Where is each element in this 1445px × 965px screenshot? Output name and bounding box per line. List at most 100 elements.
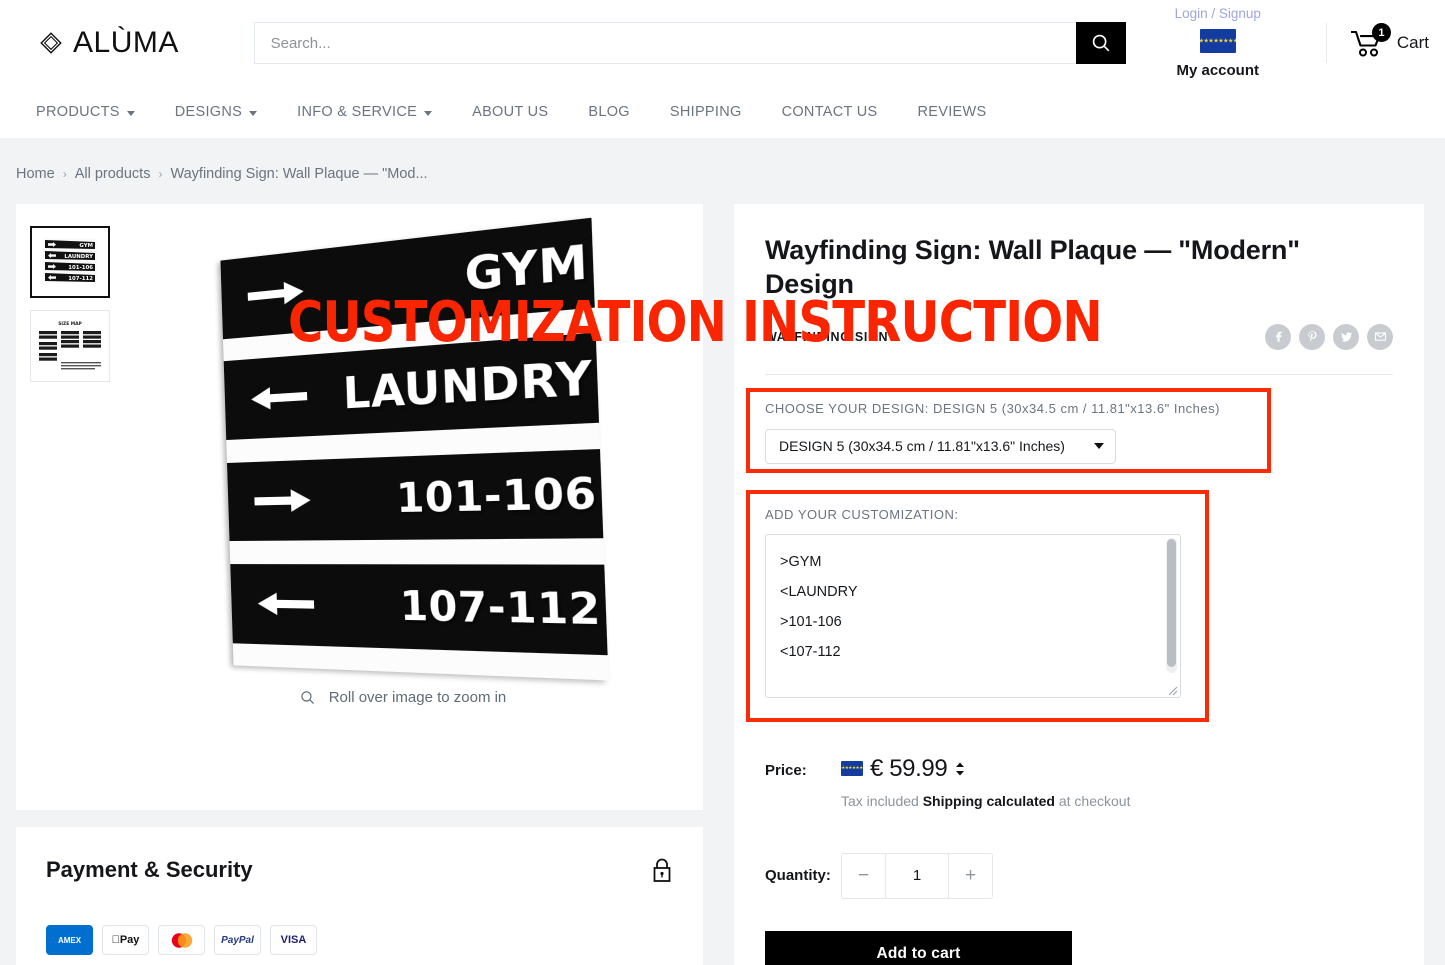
breadcrumb-home[interactable]: Home (16, 166, 55, 182)
cart-button[interactable]: 1 Cart (1325, 23, 1429, 63)
nav-item-contact-us[interactable]: CONTACT US (762, 104, 898, 120)
quantity-label: Quantity: (765, 867, 831, 884)
customization-block: ADD YOUR CUSTOMIZATION: >GYM <LAUNDRY >1… (746, 489, 1393, 722)
payment-methods: AMEX Pay PayPal VISA (46, 925, 673, 955)
nav-item-shipping[interactable]: SHIPPING (650, 104, 762, 120)
quantity-decrease-button[interactable]: − (842, 853, 886, 898)
payment-icon-mastercard (158, 925, 205, 955)
nav-label: PRODUCTS (36, 104, 120, 120)
customization-line: <107-112 (780, 643, 841, 660)
customization-line: >GYM (780, 553, 822, 570)
sign-row-text: LAUNDRY (341, 349, 594, 419)
facebook-share-icon[interactable] (1265, 323, 1291, 350)
magnifier-icon (301, 691, 314, 705)
size-map-caption: SIZE MAP (58, 321, 82, 327)
diamond-icon (40, 32, 62, 54)
sign-spacer (229, 538, 604, 565)
arrow-right-icon (246, 280, 304, 309)
twitter-share-icon[interactable] (1333, 323, 1359, 350)
payment-icon-apple-pay: Pay (102, 925, 149, 955)
search-bar (253, 22, 1126, 64)
price-label: Price: (765, 761, 807, 779)
nav-item-reviews[interactable]: REVIEWS (898, 104, 1007, 120)
size-map-icon: SIZE MAP (35, 316, 105, 376)
search-input[interactable] (253, 22, 1076, 64)
sign-row-text: GYM (463, 234, 589, 302)
wayfinding-sign-artwork: GYM LAUNDRY 101-106 107-112 (219, 217, 609, 681)
site-logo[interactable]: ALÙMA (16, 26, 236, 60)
nav-label: CONTACT US (781, 104, 878, 120)
product-vendor: WAYFINDING SIGN (765, 329, 889, 344)
content-columns: GYM LAUNDRY 101-106 107-112 SIZE MAP GYM… (16, 204, 1429, 965)
quantity-block: Quantity: − + (765, 852, 1393, 899)
price-value: € 59.99 (870, 754, 948, 782)
nav-item-info-service[interactable]: INFO & SERVICE (277, 104, 452, 120)
quantity-stepper: − + (841, 852, 993, 899)
quantity-input[interactable] (886, 853, 948, 898)
nav-label: SHIPPING (669, 104, 742, 120)
design-selector-block: CHOOSE YOUR DESIGN: DESIGN 5 (30x34.5 cm… (746, 387, 1393, 473)
shipping-calculated-text: Shipping calculated (922, 792, 1055, 809)
customization-line: >101-106 (780, 613, 842, 630)
my-account-link[interactable]: My account (1154, 62, 1282, 79)
breadcrumb-separator: › (62, 167, 67, 181)
breadcrumb: Home › All products › Wayfinding Sign: W… (16, 138, 1429, 204)
social-share-group (1265, 323, 1393, 350)
sign-row-text: 101-106 (394, 468, 598, 522)
chevron-down-icon (1094, 443, 1104, 449)
nav-item-designs[interactable]: DESIGNS (155, 104, 277, 120)
email-share-icon[interactable] (1367, 323, 1393, 350)
sign-thumbnail-icon: GYM LAUNDRY 101-106 107-112 (43, 238, 97, 282)
textarea-scrollbar[interactable] (1166, 537, 1177, 673)
pinterest-share-icon[interactable] (1299, 323, 1325, 350)
svg-text:LAUNDRY: LAUNDRY (64, 254, 93, 260)
payment-security-card: Payment & Security AMEX Pay PayPal (16, 827, 703, 965)
nav-label: INFO & SERVICE (297, 104, 418, 120)
breadcrumb-all-products[interactable]: All products (75, 166, 151, 182)
chevron-down-icon (424, 110, 433, 116)
nav-label: REVIEWS (917, 104, 987, 120)
product-photo-thumbnail[interactable]: GYM LAUNDRY 101-106 107-112 (30, 226, 110, 298)
up-down-chevron-icon[interactable] (954, 761, 966, 777)
nav-label: ABOUT US (472, 104, 549, 120)
product-gallery-card: GYM LAUNDRY 101-106 107-112 SIZE MAP GYM… (16, 204, 703, 810)
nav-item-blog[interactable]: BLOG (568, 104, 650, 120)
quantity-increase-button[interactable]: + (948, 853, 992, 898)
textarea-scrollbar-thumb[interactable] (1167, 538, 1176, 667)
design-option-label: CHOOSE YOUR DESIGN: DESIGN 5 (30x34.5 cm… (765, 400, 1220, 416)
arrow-left-icon (256, 592, 314, 617)
payment-icon-paypal: PayPal (214, 925, 261, 955)
product-info-card: Wayfinding Sign: Wall Plaque — "Modern" … (734, 204, 1424, 965)
login-signup-link[interactable]: Login / Signup (1154, 6, 1282, 22)
nav-item-about-us[interactable]: ABOUT US (452, 104, 568, 120)
resize-handle-icon[interactable] (1166, 684, 1178, 696)
customization-textarea[interactable]: >GYM <LAUNDRY >101-106 <107-112 (765, 533, 1181, 698)
search-button[interactable] (1075, 22, 1126, 64)
add-to-cart-button[interactable]: Add to cart (765, 930, 1072, 965)
arrow-left-icon (250, 384, 307, 411)
tax-shipping-note: Tax included Shipping calculated at chec… (841, 793, 1130, 809)
page-title: Wayfinding Sign: Wall Plaque — "Modern" … (765, 235, 1300, 299)
cart-icon-wrapper: 1 (1349, 23, 1391, 58)
search-icon (1092, 34, 1109, 52)
eu-flag-icon (1199, 28, 1236, 53)
at-checkout-text: at checkout (1054, 792, 1131, 809)
payment-security-title: Payment & Security (46, 857, 253, 882)
left-column: GYM LAUNDRY 101-106 107-112 SIZE MAP GYM… (16, 204, 703, 965)
main-navigation: PRODUCTS DESIGNS INFO & SERVICE ABOUT US… (0, 86, 1445, 138)
svg-text:GYM: GYM (79, 243, 93, 249)
design-select[interactable]: DESIGN 5 (30x34.5 cm / 11.81"x13.6" Inch… (765, 428, 1116, 464)
nav-item-products[interactable]: PRODUCTS (16, 104, 155, 120)
customization-line: <LAUNDRY (780, 583, 858, 600)
thumbnail-list: GYM LAUNDRY 101-106 107-112 SIZE MAP (30, 222, 116, 810)
arrow-right-icon (253, 488, 311, 513)
payment-icon-amex: AMEX (46, 925, 93, 955)
size-map-thumbnail[interactable]: SIZE MAP (30, 310, 110, 382)
logo-text: ALÙMA (73, 26, 179, 59)
cart-count-badge: 1 (1371, 23, 1391, 42)
vendor-row: WAYFINDING SIGN (765, 323, 1393, 375)
sign-row-text: 107-112 (398, 582, 602, 635)
svg-text:101-106: 101-106 (68, 265, 93, 271)
chevron-down-icon (126, 110, 135, 116)
main-product-image[interactable]: GYM LAUNDRY 101-106 107-112 Roll over im… (116, 217, 689, 810)
